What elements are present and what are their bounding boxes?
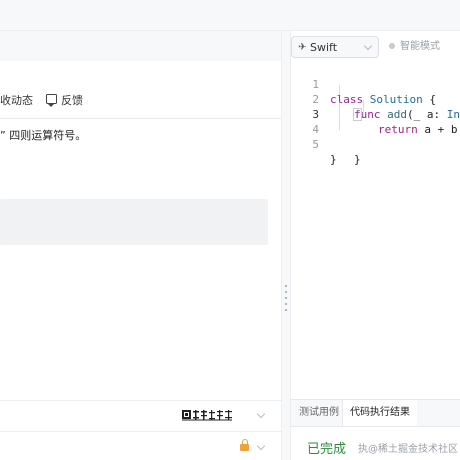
code-line: 4 } (291, 107, 460, 166)
lock-icon (240, 439, 249, 451)
splitter-grip-dot (285, 291, 287, 293)
feedback-icon[interactable] (46, 94, 57, 107)
line-number: 5 (312, 138, 319, 151)
code-editor[interactable]: 1 class Solution { 2 func add(_ a: Int, … (291, 62, 460, 392)
code-token: } (330, 153, 337, 166)
code-token: } (354, 153, 361, 166)
top-toolbar (0, 0, 460, 31)
swift-logo-icon: ✈ (298, 42, 307, 53)
splitter-grip-dot (285, 297, 287, 299)
result-status: 已完成 (307, 442, 347, 457)
example-code-block (0, 199, 268, 245)
code-line: 5 } (291, 122, 460, 166)
console-tabs: 测试用例 代码执行结果 (291, 399, 460, 427)
tab-testcases[interactable]: 测试用例 (299, 400, 339, 426)
code-line: 1 class Solution { (291, 62, 460, 106)
splitter-grip-dot (285, 285, 287, 287)
splitter-grip-dot (285, 303, 287, 305)
bracket-match-highlight (353, 108, 362, 121)
tab-feedback[interactable]: 反馈 (61, 94, 83, 108)
tab-activity[interactable]: 收动态 (0, 94, 33, 108)
row-divider (0, 400, 281, 401)
tab-results[interactable]: 代码执行结果 (342, 400, 417, 426)
problem-panel (0, 31, 281, 460)
problem-panel-toolbar (0, 31, 281, 61)
watermark: 执@稀土掘金技术社区 (358, 444, 458, 455)
smart-mode-toggle[interactable] (389, 43, 395, 49)
problem-description: ” 四则运算符号。 (0, 129, 87, 142)
code-line: 2 func add(_ a: Int, (291, 77, 460, 121)
pane-splitter[interactable] (281, 31, 291, 460)
tabs-divider (0, 118, 281, 119)
language-label: Swift (310, 41, 338, 54)
smart-mode-label[interactable]: 智能模式 (400, 40, 440, 53)
row-divider (0, 431, 281, 432)
code-line: 3 return a + b (291, 92, 460, 136)
publisher-logo (182, 410, 232, 421)
splitter-grip-dot (285, 309, 287, 311)
